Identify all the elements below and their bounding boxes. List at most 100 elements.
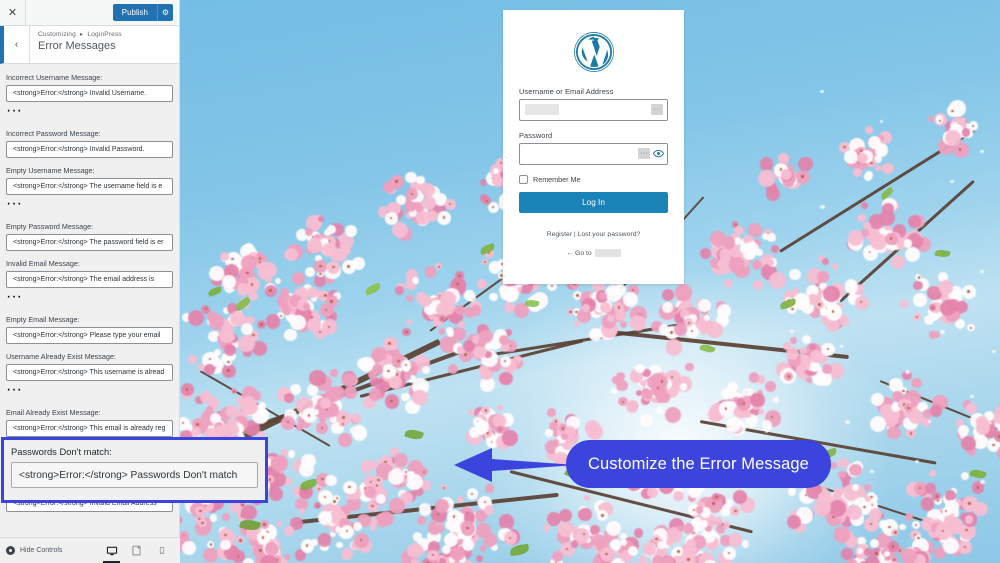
blossom bbox=[395, 285, 405, 295]
mobile-preview-icon[interactable] bbox=[155, 541, 168, 561]
back-chevron-icon[interactable]: ‹ bbox=[4, 26, 30, 63]
blossom-center bbox=[259, 549, 262, 552]
blossom bbox=[664, 406, 682, 424]
blossom bbox=[499, 287, 513, 300]
blossom bbox=[464, 290, 475, 301]
username-overflow-icon[interactable]: ··· bbox=[651, 104, 663, 115]
blossom-center bbox=[818, 303, 821, 306]
customizer-sidebar: ✕ Publish ⚙ ‹ Customizing ▸ LoginPress E… bbox=[0, 0, 268, 563]
go-to-site-link[interactable]: ← Go to bbox=[519, 249, 668, 257]
control-input[interactable]: <strong>Error:</strong> This email is al… bbox=[6, 419, 173, 437]
control-item: Empty Email Message: <strong>Error:</stro… bbox=[6, 315, 173, 344]
blossom bbox=[299, 507, 306, 514]
blossom-center bbox=[305, 544, 309, 547]
blossom bbox=[291, 271, 305, 285]
blossom bbox=[854, 295, 870, 310]
show-password-eye-icon[interactable] bbox=[652, 147, 665, 160]
falling-petal bbox=[870, 470, 874, 473]
blossom bbox=[942, 538, 959, 554]
blossom-center bbox=[935, 495, 938, 498]
remember-me-row[interactable]: Remember Me bbox=[519, 175, 668, 184]
gear-icon[interactable]: ⚙ bbox=[157, 4, 173, 21]
blossom bbox=[847, 230, 864, 246]
blossom-center bbox=[224, 533, 227, 536]
blossom bbox=[306, 317, 321, 332]
blossom bbox=[467, 409, 474, 416]
blossom bbox=[901, 548, 918, 563]
blossom bbox=[388, 376, 402, 389]
blossom bbox=[364, 485, 377, 498]
control-overflow-icon[interactable]: ··· bbox=[6, 195, 173, 213]
log-in-button[interactable]: Log In bbox=[519, 192, 668, 213]
blossom bbox=[475, 555, 483, 563]
blossom bbox=[635, 363, 645, 373]
blossom bbox=[552, 551, 563, 562]
blossom bbox=[752, 280, 763, 291]
remember-me-checkbox[interactable] bbox=[519, 175, 528, 184]
blossom bbox=[800, 356, 809, 365]
leaf bbox=[207, 286, 223, 297]
blossom bbox=[626, 400, 639, 413]
blossom bbox=[610, 388, 618, 395]
highlighted-control-passwords-dont-match[interactable]: Passwords Don't match: <strong>Error:</s… bbox=[1, 437, 268, 503]
falling-petal bbox=[840, 345, 843, 348]
close-icon[interactable]: ✕ bbox=[0, 0, 26, 25]
control-input[interactable]: <strong>Error:</strong> Invalid Password… bbox=[6, 140, 173, 158]
device-preview-group bbox=[103, 541, 174, 563]
blossom bbox=[221, 512, 231, 521]
control-input[interactable]: <strong>Error:</strong> Invalid Username… bbox=[6, 85, 173, 102]
password-field-wrap: ··· bbox=[519, 143, 668, 165]
register-link[interactable]: Register bbox=[547, 231, 572, 238]
blossom-center bbox=[458, 274, 461, 277]
blossom bbox=[822, 258, 830, 266]
blossom bbox=[406, 295, 414, 303]
blossom bbox=[857, 153, 868, 164]
blossom bbox=[483, 504, 494, 515]
blossom bbox=[715, 523, 726, 534]
blossom bbox=[920, 497, 935, 511]
tablet-preview-icon[interactable] bbox=[130, 541, 143, 561]
blossom bbox=[412, 389, 428, 406]
desktop-preview-icon[interactable] bbox=[103, 541, 120, 563]
control-input[interactable]: <strong>Error:</strong> Please type your… bbox=[6, 326, 173, 344]
control-input[interactable]: <strong>Error:</strong> The password fie… bbox=[6, 233, 173, 251]
blossom bbox=[743, 410, 751, 418]
control-overflow-icon[interactable]: ··· bbox=[6, 288, 173, 306]
blossom-center bbox=[307, 414, 311, 417]
control-input[interactable]: <strong>Error:</strong> This username is… bbox=[6, 364, 173, 381]
blossom bbox=[295, 423, 303, 431]
control-overflow-icon[interactable]: ··· bbox=[6, 102, 173, 120]
control-input[interactable]: <strong>Error:</strong> The email addres… bbox=[6, 271, 173, 288]
customizer-topbar: ✕ Publish ⚙ bbox=[0, 0, 179, 26]
blossom-center bbox=[902, 389, 905, 392]
blossom bbox=[695, 505, 704, 514]
blossom bbox=[287, 449, 296, 458]
breadcrumb: Customizing ▸ LoginPress bbox=[38, 30, 122, 38]
hide-controls-button[interactable]: Hide Controls bbox=[6, 546, 62, 555]
blossom bbox=[726, 417, 742, 432]
blossom-center bbox=[888, 525, 891, 528]
control-overflow-icon[interactable]: ··· bbox=[6, 381, 173, 399]
blossom bbox=[412, 544, 423, 556]
lost-password-link[interactable]: Lost your password? bbox=[578, 231, 641, 238]
control-item: Email Already Exist Message: <strong>Erro… bbox=[6, 408, 173, 437]
password-overflow-icon[interactable]: ··· bbox=[638, 148, 650, 159]
hide-controls-label: Hide Controls bbox=[20, 547, 63, 554]
highlighted-control-input[interactable]: <strong>Error:</strong> Passwords Don't … bbox=[11, 462, 258, 488]
blossom bbox=[236, 283, 250, 296]
falling-petal bbox=[950, 180, 954, 183]
blossom-center bbox=[464, 353, 467, 356]
blossom bbox=[729, 257, 746, 273]
blossom-center bbox=[712, 502, 715, 505]
blossom bbox=[929, 470, 936, 478]
blossom bbox=[325, 474, 337, 487]
blossom bbox=[476, 348, 486, 358]
blossom bbox=[832, 263, 839, 270]
blossom bbox=[798, 156, 813, 172]
blossom bbox=[351, 256, 365, 270]
control-input[interactable]: <strong>Error:</strong> The username fie… bbox=[6, 178, 173, 195]
blossom bbox=[732, 490, 747, 505]
publish-button[interactable]: Publish bbox=[112, 4, 157, 21]
blossom bbox=[416, 515, 427, 526]
falling-petal bbox=[970, 395, 974, 398]
